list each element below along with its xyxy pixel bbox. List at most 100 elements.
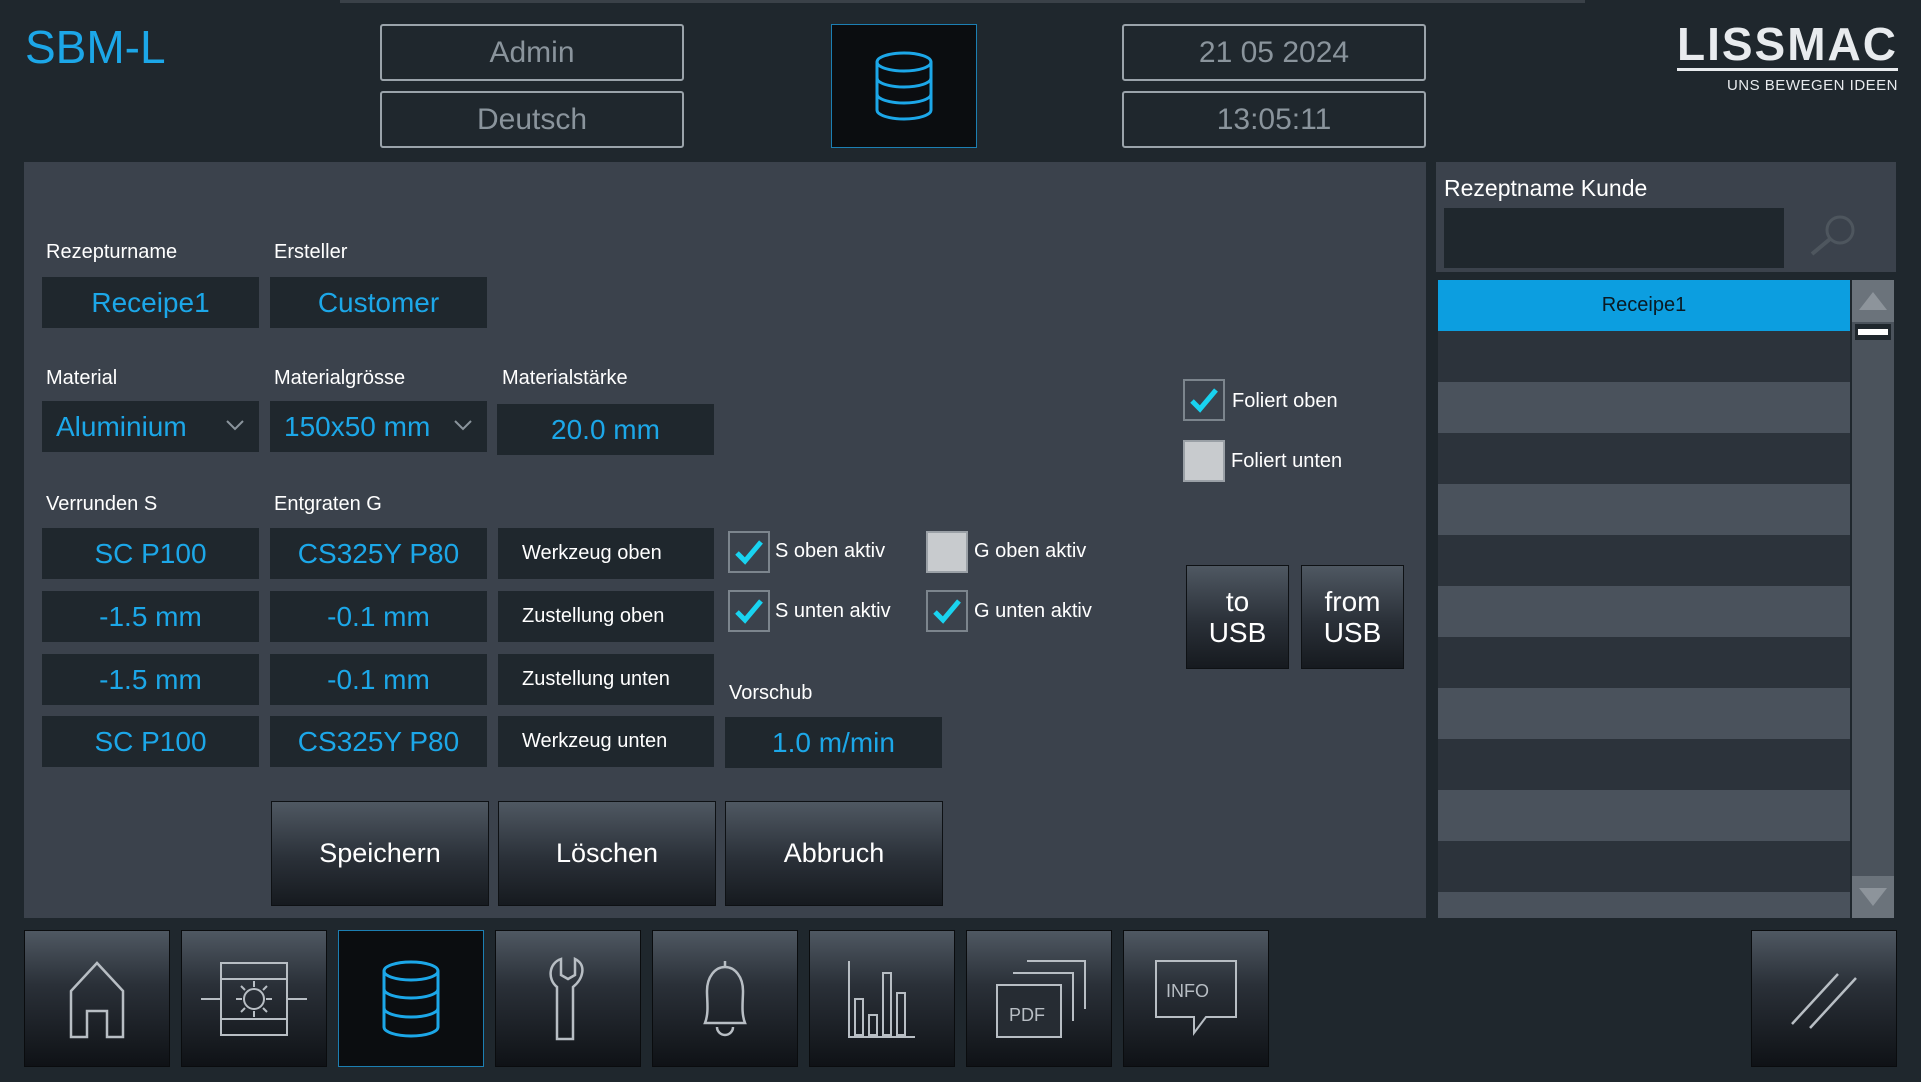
s-feed-top-field[interactable]: -1.5 mm	[42, 591, 259, 642]
vorschub-field[interactable]: 1.0 m/min	[725, 717, 942, 768]
language-button[interactable]: Deutsch	[380, 91, 684, 148]
s-top-active-label: S oben aktiv	[775, 540, 886, 562]
s-tool-bottom-field[interactable]: SC P100	[42, 716, 259, 767]
entgraten-label: Entgraten G	[274, 493, 382, 515]
checkmark-icon	[735, 599, 763, 624]
recipe-name-field[interactable]: Receipe1	[42, 277, 259, 328]
database-header-button[interactable]	[831, 24, 977, 148]
s-tool-top-field[interactable]: SC P100	[42, 528, 259, 579]
slash-icon	[1791, 972, 1857, 1029]
foliert-top-checkbox[interactable]	[1183, 379, 1225, 421]
s-feed-bottom-field[interactable]: -1.5 mm	[42, 654, 259, 705]
foliert-bottom-checkbox[interactable]	[1183, 440, 1225, 482]
save-button[interactable]: Speichern	[271, 801, 489, 906]
nav-service-button[interactable]	[495, 930, 641, 1067]
company-logo: LISSMAC UNS BEWEGEN IDEEN	[1668, 21, 1898, 94]
machine-settings-icon	[201, 961, 307, 1036]
logo-slogan: UNS BEWEGEN IDEEN	[1726, 77, 1898, 94]
top-divider	[340, 0, 1585, 3]
scroll-down-button[interactable]	[1852, 876, 1894, 918]
scrollbar-track[interactable]	[1852, 280, 1894, 918]
nav-machine-settings-button[interactable]	[181, 930, 327, 1067]
scroll-up-button[interactable]	[1852, 280, 1894, 322]
search-button[interactable]	[1808, 214, 1860, 263]
list-item[interactable]: Receipe1	[1438, 280, 1850, 331]
search-label: Rezeptname Kunde	[1444, 175, 1648, 201]
from-usb-button[interactable]: from USB	[1301, 565, 1404, 669]
material-value: Aluminium	[56, 410, 187, 442]
pdf-icon: PDF	[996, 959, 1086, 1038]
nav-statistics-button[interactable]	[809, 930, 955, 1067]
list-item[interactable]	[1438, 331, 1850, 382]
foliert-top-label: Foliert oben	[1232, 390, 1338, 412]
size-select[interactable]: 150x50 mm	[270, 401, 487, 452]
arrow-down-icon	[1859, 888, 1887, 906]
s-bottom-active-label: S unten aktiv	[775, 600, 891, 622]
material-label: Material	[46, 367, 118, 389]
database-icon	[875, 51, 933, 121]
s-top-active-checkbox[interactable]	[728, 531, 770, 573]
g-bottom-active-label: G unten aktiv	[974, 600, 1092, 622]
nav-slash-button[interactable]	[1751, 930, 1897, 1067]
search-input[interactable]	[1444, 208, 1784, 268]
list-item[interactable]	[1438, 688, 1850, 739]
nav-documents-button[interactable]: PDF	[966, 930, 1112, 1067]
foliert-bottom-label: Foliert unten	[1231, 450, 1343, 472]
chevron-down-icon	[226, 420, 244, 431]
g-tool-bottom-field[interactable]: CS325Y P80	[270, 716, 487, 767]
delete-button[interactable]: Löschen	[498, 801, 716, 906]
list-item[interactable]	[1438, 586, 1850, 637]
scrollbar-thumb[interactable]	[1855, 324, 1891, 340]
list-item[interactable]	[1438, 637, 1850, 688]
list-item[interactable]	[1438, 433, 1850, 484]
list-item[interactable]	[1438, 382, 1850, 433]
time-display: 13:05:11	[1122, 91, 1426, 148]
g-feed-top-field[interactable]: -0.1 mm	[270, 591, 487, 642]
cancel-button[interactable]: Abbruch	[725, 801, 943, 906]
list-item[interactable]	[1438, 484, 1850, 535]
material-select[interactable]: Aluminium	[42, 401, 259, 452]
to-usb-line1: to	[1225, 586, 1250, 617]
tool-top-label: Werkzeug oben	[498, 528, 714, 579]
checkmark-icon	[735, 540, 763, 565]
feed-bottom-label: Zustellung unten	[498, 654, 714, 705]
bar-chart-icon	[848, 960, 915, 1038]
wrench-icon	[549, 956, 584, 1040]
size-value: 150x50 mm	[284, 410, 431, 442]
from-usb-line2: USB	[1323, 617, 1382, 648]
to-usb-line2: USB	[1208, 617, 1267, 648]
info-icon: INFO	[1155, 959, 1237, 1036]
g-bottom-active-checkbox[interactable]	[926, 590, 968, 632]
list-item[interactable]	[1438, 790, 1850, 841]
tool-bottom-label: Werkzeug unten	[498, 716, 714, 767]
checkmark-icon	[933, 599, 961, 624]
nav-info-button[interactable]: INFO	[1123, 930, 1269, 1067]
size-label: Materialgrösse	[274, 367, 406, 389]
g-top-active-checkbox[interactable]	[926, 531, 968, 573]
list-item[interactable]	[1438, 892, 1850, 918]
list-item[interactable]	[1438, 841, 1850, 892]
to-usb-button[interactable]: to USB	[1186, 565, 1289, 669]
checkmark-icon	[1190, 388, 1218, 413]
home-icon	[69, 960, 125, 1038]
nav-home-button[interactable]	[24, 930, 170, 1067]
creator-field[interactable]: Customer	[270, 277, 487, 328]
thickness-field[interactable]: 20.0 mm	[497, 404, 714, 455]
search-icon	[1810, 215, 1855, 256]
recipe-name-label: Rezepturname	[46, 241, 178, 263]
chevron-down-icon	[454, 420, 472, 431]
s-bottom-active-checkbox[interactable]	[728, 590, 770, 632]
app-title: SBM-L	[25, 21, 166, 73]
list-item[interactable]	[1438, 535, 1850, 586]
arrow-up-icon	[1859, 292, 1887, 310]
list-item[interactable]	[1438, 739, 1850, 790]
thickness-label: Materialstärke	[502, 367, 628, 389]
pdf-text: PDF	[1009, 1005, 1045, 1025]
recipe-list: Receipe1	[1438, 278, 1850, 918]
nav-alarms-button[interactable]	[652, 930, 798, 1067]
nav-database-button[interactable]	[338, 930, 484, 1067]
g-feed-bottom-field[interactable]: -0.1 mm	[270, 654, 487, 705]
user-button[interactable]: Admin	[380, 24, 684, 81]
g-tool-top-field[interactable]: CS325Y P80	[270, 528, 487, 579]
from-usb-line1: from	[1324, 586, 1381, 617]
